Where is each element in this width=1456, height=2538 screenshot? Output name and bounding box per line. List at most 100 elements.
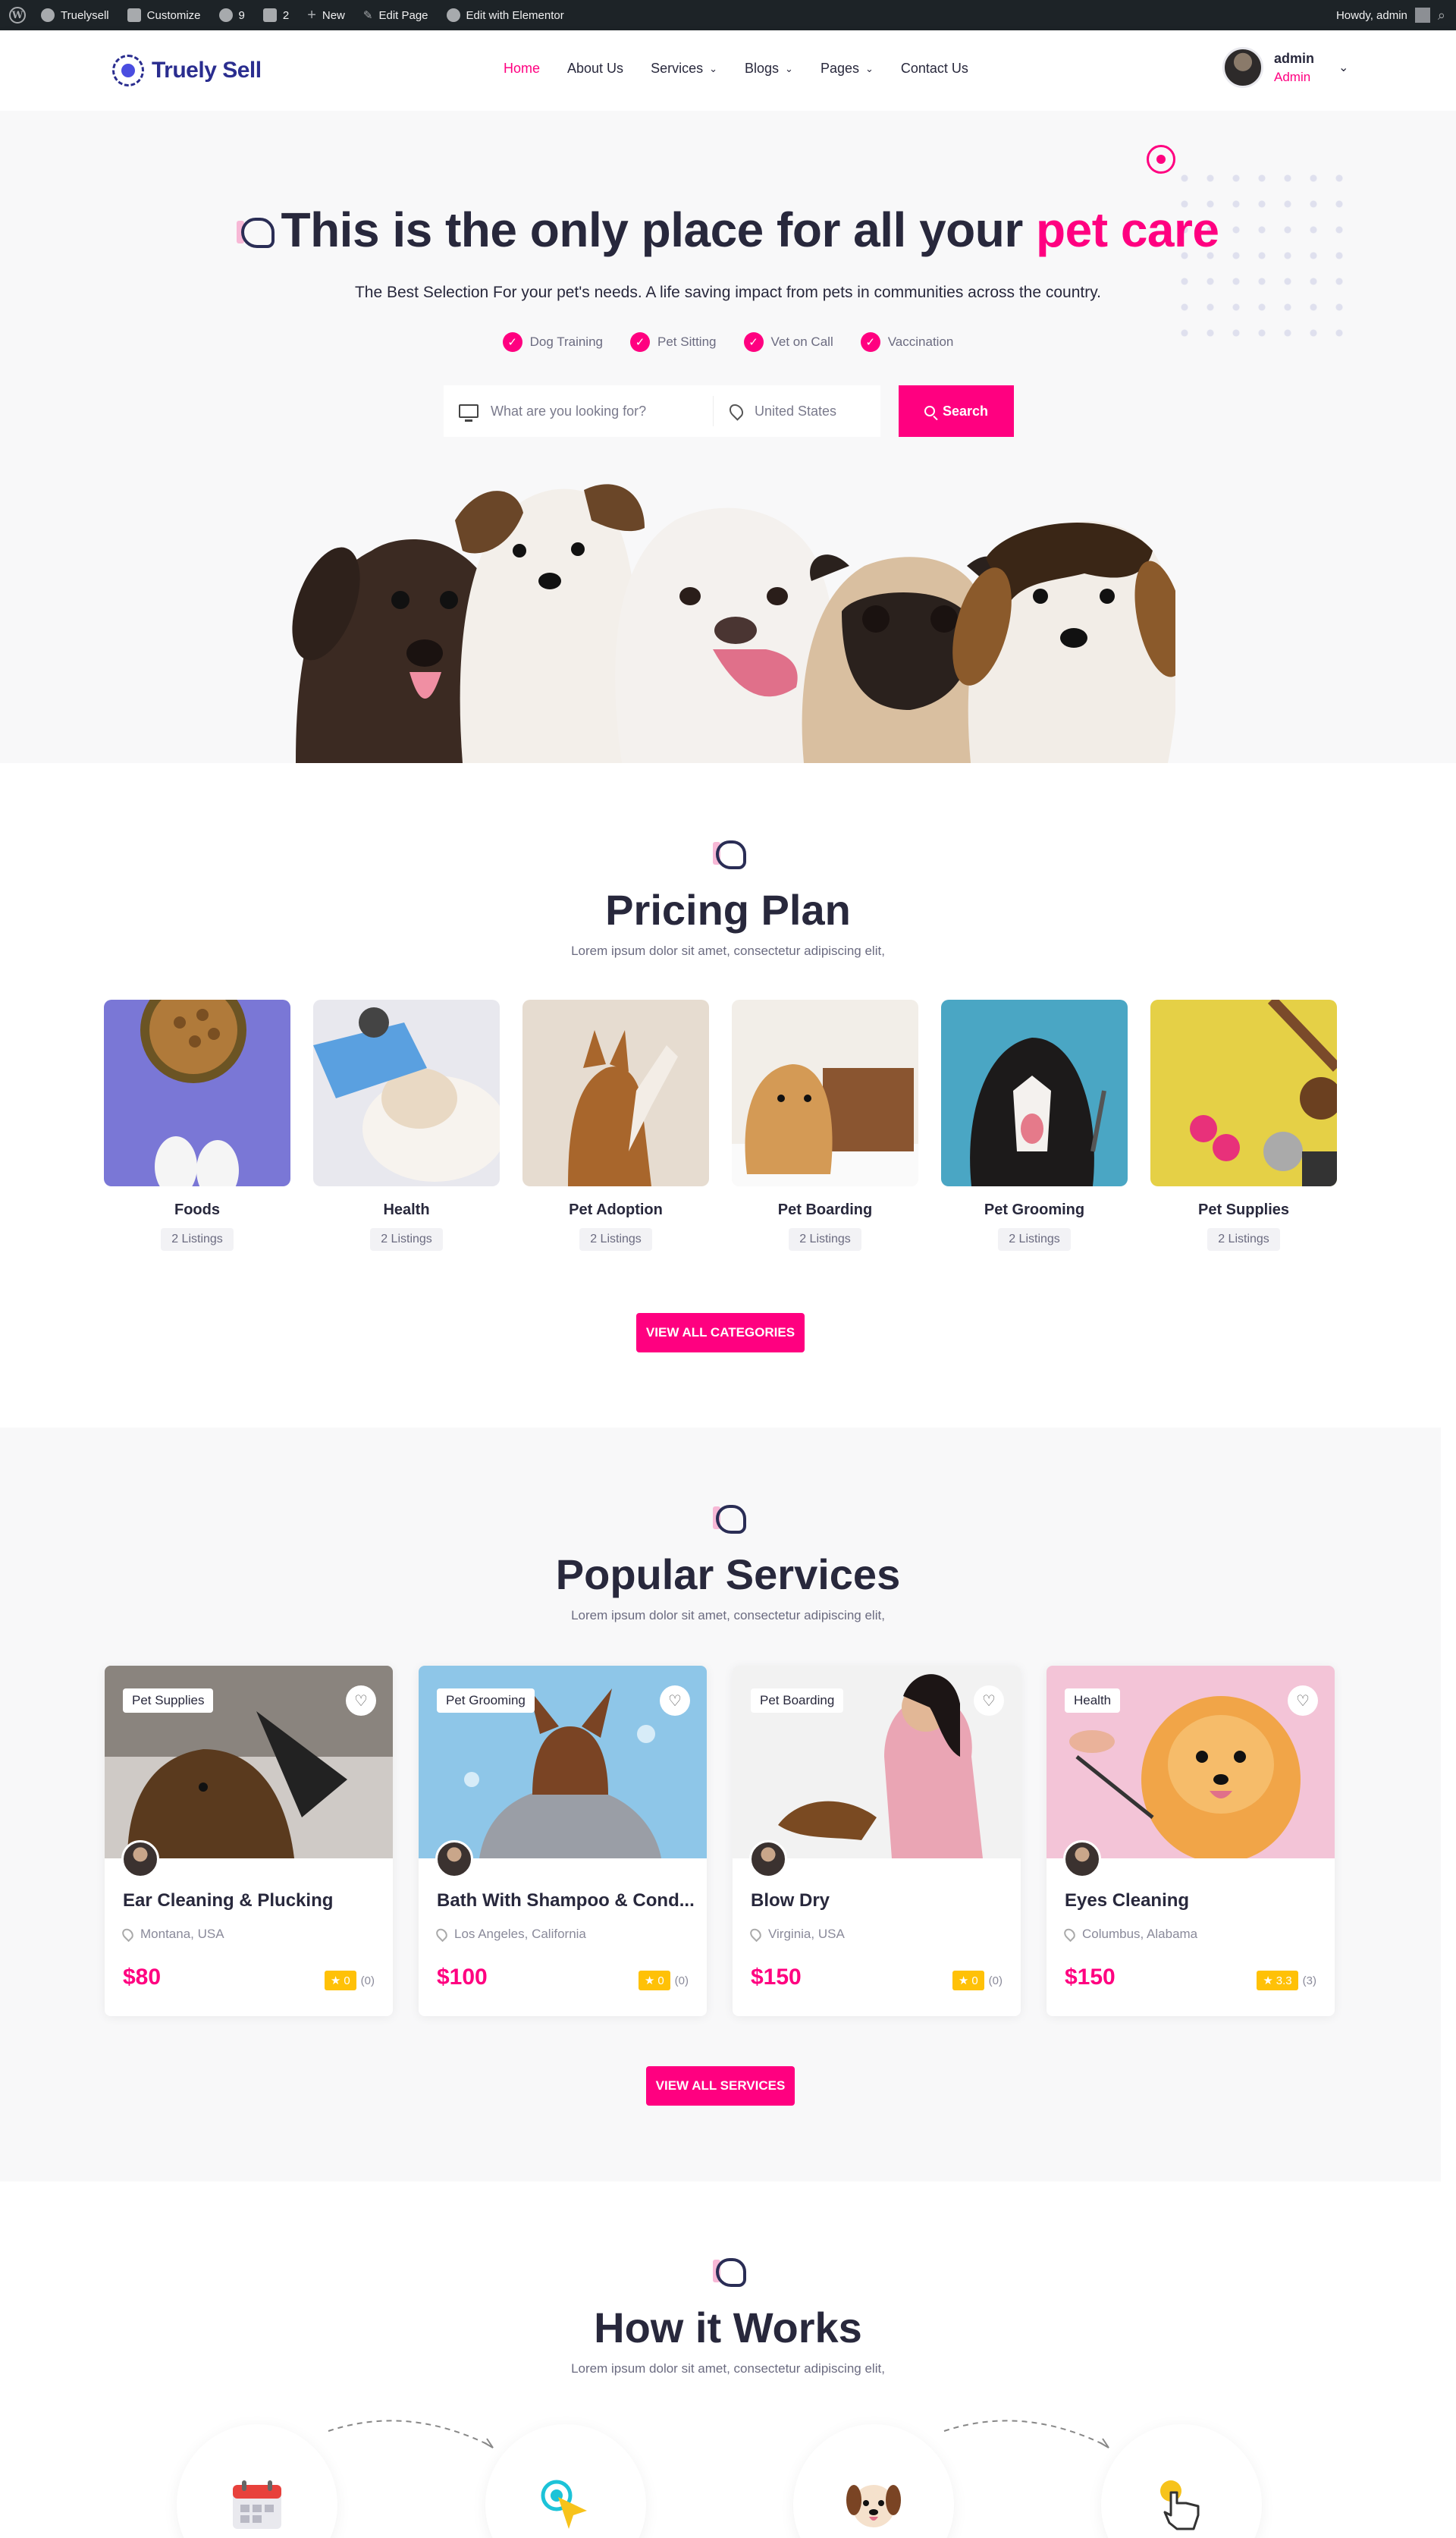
- user-menu[interactable]: admin Admin ⌄: [1222, 47, 1348, 88]
- heart-icon[interactable]: ♡: [1288, 1685, 1318, 1716]
- category-image-pet-boarding: [732, 1000, 918, 1186]
- service-title[interactable]: Bath With Shampoo & Cond...: [437, 1890, 695, 1911]
- star-icon: ★: [958, 1974, 969, 1987]
- service-card[interactable]: Pet Grooming ♡ Bath With Shampoo & Cond.…: [419, 1666, 707, 2016]
- location-pin-icon: [120, 1926, 136, 1943]
- check-icon: ✓: [860, 332, 880, 352]
- wordpress-icon[interactable]: W: [9, 7, 26, 24]
- search-button[interactable]: Search: [899, 385, 1014, 437]
- tag-vet-on-call: ✓ Vet on Call: [743, 332, 833, 352]
- view-all-categories-button[interactable]: VIEW ALL CATEGORIES: [636, 1313, 805, 1352]
- category-card[interactable]: Pet Grooming 2 Listings: [941, 1000, 1128, 1251]
- category-card[interactable]: Pet Supplies 2 Listings: [1150, 1000, 1337, 1251]
- star-icon: ★: [1263, 1974, 1273, 1987]
- heart-icon[interactable]: ♡: [974, 1685, 1004, 1716]
- category-card[interactable]: Pet Boarding 2 Listings: [732, 1000, 918, 1251]
- service-location: Montana, USA: [120, 1926, 224, 1943]
- admin-site-link[interactable]: Truelysell: [41, 0, 109, 30]
- provider-avatar[interactable]: [121, 1840, 159, 1878]
- site-logo[interactable]: Truely Sell: [112, 55, 262, 86]
- pencil-icon: ✎: [362, 9, 373, 22]
- main-nav: Home About Us Services ⌄ Blogs ⌄ Pages ⌄ Co…: [504, 61, 968, 77]
- admin-customize-link[interactable]: Customize: [127, 0, 201, 30]
- tag-vaccination: ✓ Vaccination: [860, 332, 953, 352]
- service-card[interactable]: Health ♡ Eyes Cleaning Columbus, Alabama…: [1046, 1666, 1335, 2016]
- view-all-services-button[interactable]: VIEW ALL SERVICES: [646, 2066, 795, 2106]
- tag-pet-sitting: ✓ Pet Sitting: [630, 332, 717, 352]
- cursor-click-icon: [541, 2480, 587, 2529]
- tag-dog-training: ✓ Dog Training: [502, 332, 603, 352]
- pricing-heading: Pricing Plan Lorem ipsum dolor sit amet,…: [0, 839, 1456, 959]
- admin-elementor-link[interactable]: Edit with Elementor: [446, 0, 564, 30]
- plus-icon: +: [307, 6, 316, 24]
- nav-pages[interactable]: Pages ⌄: [821, 61, 874, 77]
- hand-pointer-icon: [1160, 2480, 1200, 2530]
- user-name: admin: [1274, 50, 1315, 66]
- admin-edit-page-link[interactable]: ✎ Edit Page: [363, 0, 428, 30]
- star-icon: ★: [330, 1974, 341, 1987]
- search-input[interactable]: What are you looking for?: [444, 396, 714, 426]
- admin-new-link[interactable]: + New: [307, 0, 345, 30]
- search-bar: What are you looking for? United States …: [444, 385, 1014, 437]
- admin-updates-link[interactable]: 9: [218, 0, 245, 30]
- section-title: Pricing Plan: [605, 886, 851, 934]
- service-price: $150: [1065, 1965, 1116, 1990]
- category-image-health: [313, 1000, 500, 1186]
- location-input[interactable]: United States: [714, 401, 836, 421]
- admin-howdy[interactable]: Howdy, admin: [1336, 9, 1407, 22]
- category-image-pet-adoption: [522, 1000, 709, 1186]
- nav-contact-us[interactable]: Contact Us: [901, 61, 968, 77]
- check-icon: ✓: [502, 332, 522, 352]
- hero-subtitle: The Best Selection For your pet's needs.…: [354, 284, 1102, 301]
- service-card[interactable]: Pet Supplies ♡ Ear Cleaning & Plucking M…: [105, 1666, 393, 2016]
- provider-avatar[interactable]: [1063, 1840, 1101, 1878]
- admin-bar: W Truelysell Customize 9 2 + New ✎ Edit …: [0, 0, 1456, 30]
- nav-blogs[interactable]: Blogs ⌄: [745, 61, 793, 77]
- service-card[interactable]: Pet Boarding ♡ Blow Dry Virginia, USA $1…: [733, 1666, 1021, 2016]
- service-title[interactable]: Blow Dry: [751, 1890, 1009, 1911]
- section-subtitle: Lorem ipsum dolor sit amet, consectetur …: [571, 1608, 885, 1622]
- nav-home[interactable]: Home: [504, 61, 540, 77]
- how-step: [177, 2424, 337, 2538]
- admin-comments-link[interactable]: 2: [262, 0, 289, 30]
- site-header: Truely Sell Home About Us Services ⌄ Blog…: [0, 30, 1456, 111]
- category-card[interactable]: Health 2 Listings: [313, 1000, 500, 1251]
- star-icon: ★: [644, 1974, 655, 1987]
- heart-icon[interactable]: ♡: [660, 1685, 690, 1716]
- dogs-hero-image: [292, 484, 1175, 763]
- paw-icon: [237, 216, 278, 251]
- admin-avatar[interactable]: [1414, 8, 1430, 23]
- chevron-down-icon: ⌄: [1338, 61, 1349, 74]
- service-title[interactable]: Ear Cleaning & Plucking: [123, 1890, 381, 1911]
- calendar-icon: [233, 2480, 281, 2529]
- provider-avatar[interactable]: [749, 1840, 787, 1878]
- service-list: Pet Supplies ♡ Ear Cleaning & Plucking M…: [105, 1666, 1335, 2016]
- provider-avatar[interactable]: [435, 1840, 473, 1878]
- service-price: $100: [437, 1965, 488, 1990]
- nav-about-us[interactable]: About Us: [567, 61, 623, 77]
- decor-ring: [1147, 145, 1175, 174]
- hero-title: This is the only place for all your pet …: [0, 202, 1456, 258]
- service-location: Virginia, USA: [748, 1926, 845, 1943]
- logo-icon: [112, 55, 144, 86]
- search-icon[interactable]: ⌕: [1438, 8, 1445, 24]
- dog-face-icon: [846, 2485, 901, 2527]
- category-image-pet-grooming: [941, 1000, 1128, 1186]
- heart-icon[interactable]: ♡: [346, 1685, 376, 1716]
- category-card[interactable]: Pet Adoption 2 Listings: [522, 1000, 709, 1251]
- category-image-foods: [104, 1000, 290, 1186]
- hero-section: This is the only place for all your pet …: [0, 111, 1456, 763]
- service-location: Columbus, Alabama: [1062, 1926, 1197, 1943]
- brush-icon: [127, 8, 141, 22]
- how-step: [793, 2424, 954, 2538]
- how-step: [1101, 2424, 1262, 2538]
- monitor-icon: [459, 404, 479, 422]
- user-role: Admin: [1274, 69, 1311, 84]
- paw-icon: [707, 2257, 749, 2295]
- category-badge: Pet Grooming: [437, 1688, 535, 1713]
- category-card[interactable]: Foods 2 Listings: [104, 1000, 290, 1251]
- service-title[interactable]: Eyes Cleaning: [1065, 1890, 1323, 1911]
- service-rating: ★ 0 (0): [952, 1971, 1003, 1990]
- step-arrow: [943, 2420, 1109, 2448]
- nav-services[interactable]: Services ⌄: [651, 61, 717, 77]
